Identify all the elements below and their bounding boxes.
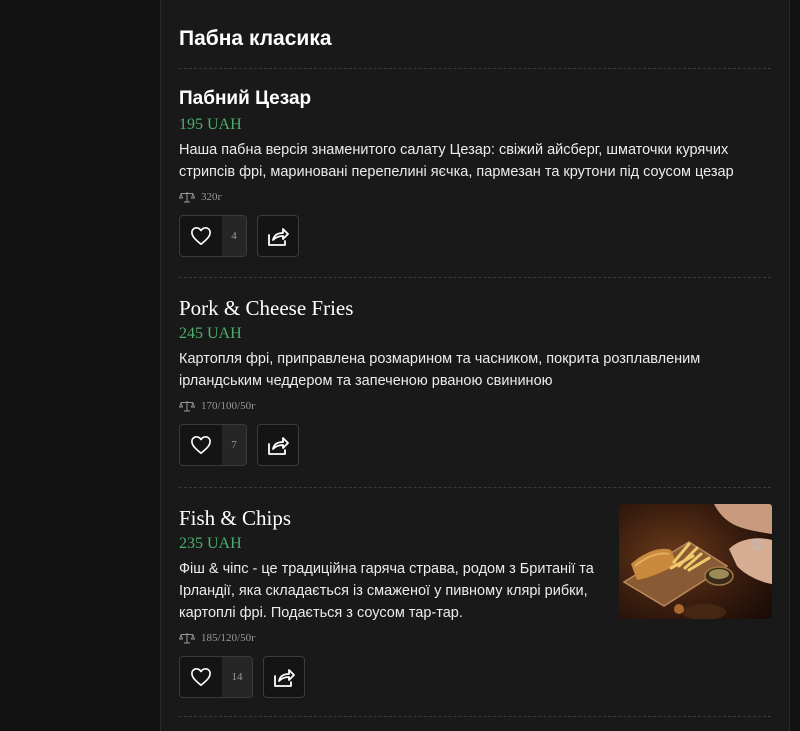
share-button[interactable] [263, 656, 305, 698]
weight-value: 320г [201, 191, 223, 203]
scale-icon [179, 192, 195, 203]
item-price: 245 UAH [179, 325, 242, 342]
divider [179, 68, 771, 69]
scale-icon [179, 401, 195, 412]
left-sidebar [0, 0, 160, 731]
item-title: Pork & Cheese Fries [179, 296, 354, 320]
item-actions: 14 [179, 656, 771, 698]
heart-icon [180, 216, 222, 256]
divider [179, 716, 771, 717]
menu-section: Пабна класика Пабний Цезар 195 UAH Наша … [160, 0, 790, 731]
like-button[interactable]: 14 [179, 656, 253, 698]
item-weight: 320г [179, 191, 771, 203]
heart-icon [180, 425, 222, 465]
item-description: Картопля фрі, приправлена розмарином та … [179, 351, 701, 389]
share-icon [274, 669, 295, 687]
item-title: Пабний Цезар [179, 88, 312, 109]
item-weight: 185/120/50г [179, 632, 771, 644]
share-icon [268, 228, 289, 246]
item-photo [619, 504, 772, 619]
menu-item: Pork & Cheese Fries 245 UAH Картопля фрі… [179, 296, 771, 466]
weight-value: 170/100/50г [201, 400, 256, 412]
share-button[interactable] [257, 215, 299, 257]
like-count: 14 [222, 657, 252, 697]
item-description: Фіш & чіпс - це традиційна гаряча страва… [179, 561, 594, 621]
share-button[interactable] [257, 424, 299, 466]
heart-icon [180, 657, 222, 697]
like-button[interactable]: 4 [179, 215, 247, 257]
divider [179, 277, 771, 278]
like-button[interactable]: 7 [179, 424, 247, 466]
item-weight: 170/100/50г [179, 400, 771, 412]
like-count: 7 [222, 425, 246, 465]
weight-value: 185/120/50г [201, 632, 256, 644]
divider [179, 487, 771, 488]
menu-item: Пабний Цезар 195 UAH Наша пабна версія з… [179, 87, 771, 257]
scale-icon [179, 633, 195, 644]
like-count: 4 [222, 216, 246, 256]
item-actions: 7 [179, 424, 771, 466]
item-actions: 4 [179, 215, 771, 257]
item-description: Наша пабна версія знаменитого салату Цез… [179, 142, 734, 180]
section-title: Пабна класика [179, 27, 332, 50]
share-icon [268, 437, 289, 455]
item-price: 195 UAH [179, 116, 242, 133]
